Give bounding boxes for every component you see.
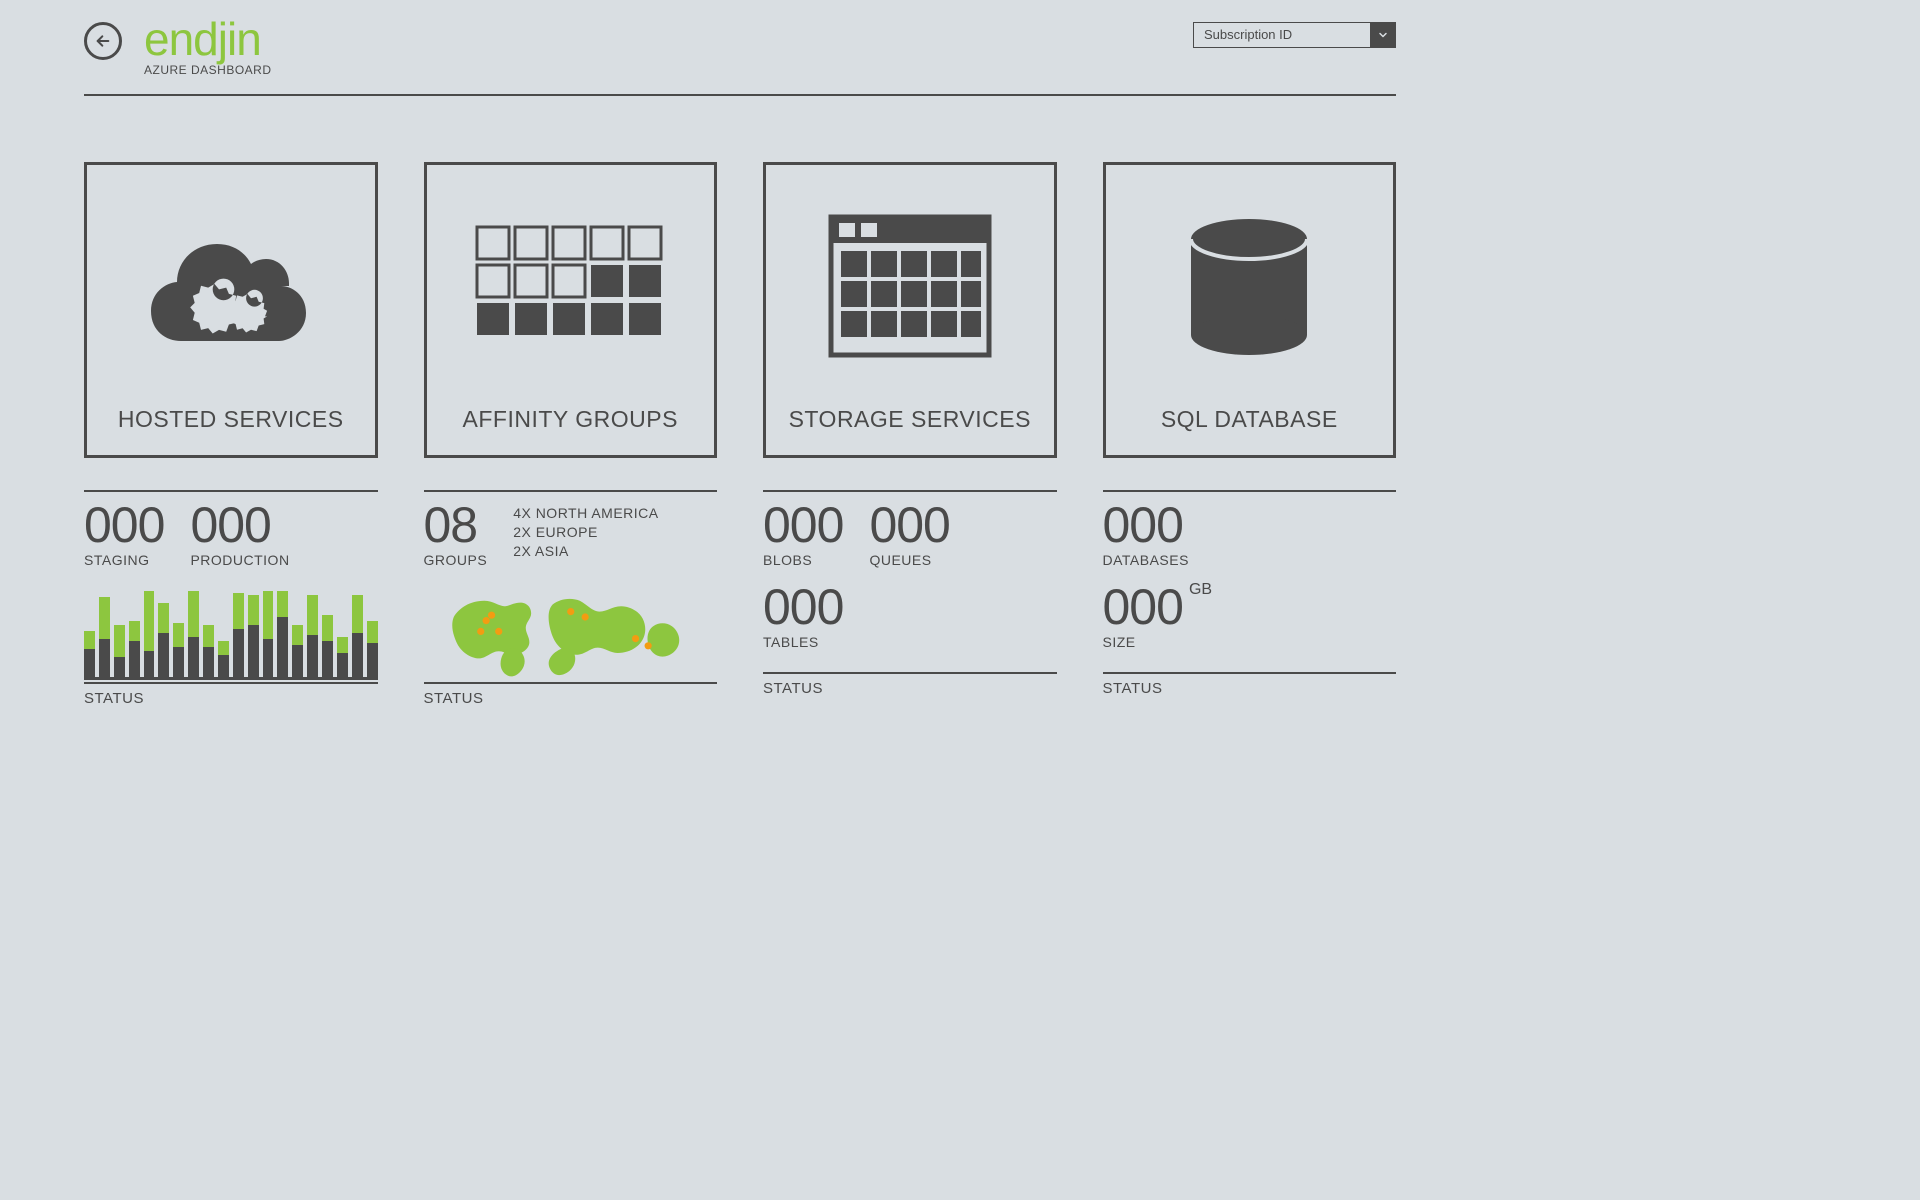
metric-value: 000 xyxy=(763,582,843,632)
region-item: 2X EUROPE xyxy=(513,523,658,542)
brand-subtitle: AZURE DASHBOARD xyxy=(144,64,272,76)
metric-label: PRODUCTION xyxy=(190,552,289,568)
status-label: STATUS xyxy=(84,682,378,707)
metric-label: GROUPS xyxy=(424,552,488,568)
metric-databases: 000 DATABASES xyxy=(1103,500,1189,568)
brand: endjin AZURE DASHBOARD xyxy=(144,16,272,76)
metric-value: 000 xyxy=(763,500,843,550)
metric-blobs: 000 BLOBS xyxy=(763,500,843,568)
metric-label: BLOBS xyxy=(763,552,843,568)
tile-title: SQL DATABASE xyxy=(1161,406,1338,433)
tile-title: STORAGE SERVICES xyxy=(789,406,1031,433)
metric-label: DATABASES xyxy=(1103,552,1189,568)
hosted-services-bar-chart xyxy=(84,591,378,680)
metric-value: 000 xyxy=(84,500,164,550)
metric-value: 000 xyxy=(190,500,289,550)
region-item: 4X NORTH AMERICA xyxy=(513,504,658,523)
status-label: STATUS xyxy=(1103,672,1397,697)
world-map-icon xyxy=(424,590,718,680)
metric-value: 000 xyxy=(869,500,949,550)
metric-groups: 08 GROUPS xyxy=(424,500,488,568)
tile-sql-database[interactable]: SQL DATABASE xyxy=(1103,162,1397,458)
metric-value: 08 xyxy=(424,500,488,550)
cloud-gears-icon xyxy=(87,165,375,406)
tile-title: HOSTED SERVICES xyxy=(118,406,344,433)
tile-title: AFFINITY GROUPS xyxy=(463,406,678,433)
col-affinity-groups: AFFINITY GROUPS 08 GROUPS 4X NORTH AMERI… xyxy=(424,162,718,707)
status-label: STATUS xyxy=(763,672,1057,697)
header: endjin AZURE DASHBOARD Subscription ID xyxy=(84,16,1396,96)
tile-affinity-groups[interactable]: AFFINITY GROUPS xyxy=(424,162,718,458)
metric-label: SIZE xyxy=(1103,634,1213,650)
region-list: 4X NORTH AMERICA 2X EUROPE 2X ASIA xyxy=(513,504,658,568)
subscription-select-label: Subscription ID xyxy=(1193,22,1370,48)
metric-label: STAGING xyxy=(84,552,164,568)
chevron-down-icon xyxy=(1370,22,1396,48)
col-sql-database: SQL DATABASE 000 DATABASES 000GB SIZE ST… xyxy=(1103,162,1397,707)
tile-hosted-services[interactable]: HOSTED SERVICES xyxy=(84,162,378,458)
col-storage-services: STORAGE SERVICES 000 BLOBS 000 QUEUES 00… xyxy=(763,162,1057,707)
region-item: 2X ASIA xyxy=(513,542,658,561)
metric-tables: 000 TABLES xyxy=(763,582,843,650)
metric-staging: 000 STAGING xyxy=(84,500,164,568)
col-hosted-services: HOSTED SERVICES 000 STAGING 000 PRODUCTI… xyxy=(84,162,378,707)
metric-size: 000GB SIZE xyxy=(1103,582,1213,650)
metric-production: 000 PRODUCTION xyxy=(190,500,289,568)
metric-value: 000GB xyxy=(1103,582,1213,632)
metric-queues: 000 QUEUES xyxy=(869,500,949,568)
metric-label: TABLES xyxy=(763,634,843,650)
metric-label: QUEUES xyxy=(869,552,949,568)
back-button[interactable] xyxy=(84,22,122,60)
arrow-left-icon xyxy=(95,33,111,49)
storage-grid-icon xyxy=(766,165,1054,406)
metric-value: 000 xyxy=(1103,500,1189,550)
status-label: STATUS xyxy=(424,682,718,707)
subscription-select[interactable]: Subscription ID xyxy=(1193,22,1396,48)
brand-name: endjin xyxy=(144,16,272,62)
grid-blocks-icon xyxy=(427,165,715,406)
tile-storage-services[interactable]: STORAGE SERVICES xyxy=(763,162,1057,458)
database-icon xyxy=(1106,165,1394,406)
